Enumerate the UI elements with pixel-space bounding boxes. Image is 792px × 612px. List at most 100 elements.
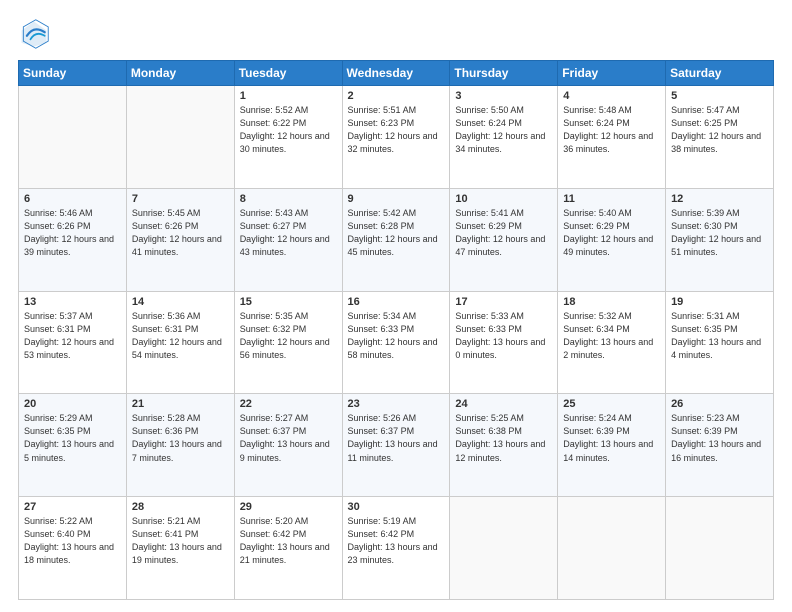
calendar-week-2: 6 Sunrise: 5:46 AM Sunset: 6:26 PM Dayli… bbox=[19, 188, 774, 291]
calendar-cell: 17 Sunrise: 5:33 AM Sunset: 6:33 PM Dayl… bbox=[450, 291, 558, 394]
day-number: 30 bbox=[348, 501, 445, 513]
sunset-text: Sunset: 6:31 PM bbox=[132, 324, 199, 334]
day-number: 15 bbox=[240, 296, 337, 308]
sunrise-text: Sunrise: 5:22 AM bbox=[24, 516, 93, 526]
calendar-cell: 22 Sunrise: 5:27 AM Sunset: 6:37 PM Dayl… bbox=[234, 394, 342, 497]
day-number: 25 bbox=[563, 398, 660, 410]
day-number: 10 bbox=[455, 193, 552, 205]
sunset-text: Sunset: 6:37 PM bbox=[348, 426, 415, 436]
sunset-text: Sunset: 6:24 PM bbox=[563, 118, 630, 128]
calendar-cell: 1 Sunrise: 5:52 AM Sunset: 6:22 PM Dayli… bbox=[234, 86, 342, 189]
daylight-text: Daylight: 13 hours and 7 minutes. bbox=[132, 439, 222, 462]
weekday-header-row: SundayMondayTuesdayWednesdayThursdayFrid… bbox=[19, 61, 774, 86]
sunrise-text: Sunrise: 5:25 AM bbox=[455, 413, 524, 423]
sunrise-text: Sunrise: 5:47 AM bbox=[671, 105, 740, 115]
day-info: Sunrise: 5:51 AM Sunset: 6:23 PM Dayligh… bbox=[348, 104, 445, 156]
calendar-cell: 28 Sunrise: 5:21 AM Sunset: 6:41 PM Dayl… bbox=[126, 497, 234, 600]
sunset-text: Sunset: 6:35 PM bbox=[24, 426, 91, 436]
day-number: 9 bbox=[348, 193, 445, 205]
daylight-text: Daylight: 13 hours and 2 minutes. bbox=[563, 337, 653, 360]
day-info: Sunrise: 5:48 AM Sunset: 6:24 PM Dayligh… bbox=[563, 104, 660, 156]
weekday-header-saturday: Saturday bbox=[666, 61, 774, 86]
sunset-text: Sunset: 6:36 PM bbox=[132, 426, 199, 436]
sunrise-text: Sunrise: 5:40 AM bbox=[563, 208, 632, 218]
daylight-text: Daylight: 13 hours and 23 minutes. bbox=[348, 542, 438, 565]
day-info: Sunrise: 5:43 AM Sunset: 6:27 PM Dayligh… bbox=[240, 207, 337, 259]
day-info: Sunrise: 5:23 AM Sunset: 6:39 PM Dayligh… bbox=[671, 412, 768, 464]
sunset-text: Sunset: 6:33 PM bbox=[348, 324, 415, 334]
calendar-cell: 23 Sunrise: 5:26 AM Sunset: 6:37 PM Dayl… bbox=[342, 394, 450, 497]
sunrise-text: Sunrise: 5:41 AM bbox=[455, 208, 524, 218]
sunset-text: Sunset: 6:28 PM bbox=[348, 221, 415, 231]
daylight-text: Daylight: 12 hours and 58 minutes. bbox=[348, 337, 438, 360]
daylight-text: Daylight: 12 hours and 51 minutes. bbox=[671, 234, 761, 257]
daylight-text: Daylight: 13 hours and 14 minutes. bbox=[563, 439, 653, 462]
sunrise-text: Sunrise: 5:34 AM bbox=[348, 311, 417, 321]
calendar-cell: 14 Sunrise: 5:36 AM Sunset: 6:31 PM Dayl… bbox=[126, 291, 234, 394]
day-number: 6 bbox=[24, 193, 121, 205]
header bbox=[18, 18, 774, 50]
sunrise-text: Sunrise: 5:29 AM bbox=[24, 413, 93, 423]
day-info: Sunrise: 5:39 AM Sunset: 6:30 PM Dayligh… bbox=[671, 207, 768, 259]
day-info: Sunrise: 5:26 AM Sunset: 6:37 PM Dayligh… bbox=[348, 412, 445, 464]
calendar-cell: 13 Sunrise: 5:37 AM Sunset: 6:31 PM Dayl… bbox=[19, 291, 127, 394]
daylight-text: Daylight: 13 hours and 11 minutes. bbox=[348, 439, 438, 462]
weekday-header-wednesday: Wednesday bbox=[342, 61, 450, 86]
day-number: 1 bbox=[240, 90, 337, 102]
sunset-text: Sunset: 6:26 PM bbox=[24, 221, 91, 231]
calendar-cell: 4 Sunrise: 5:48 AM Sunset: 6:24 PM Dayli… bbox=[558, 86, 666, 189]
sunset-text: Sunset: 6:31 PM bbox=[24, 324, 91, 334]
day-number: 20 bbox=[24, 398, 121, 410]
calendar-cell bbox=[666, 497, 774, 600]
calendar-cell bbox=[126, 86, 234, 189]
day-number: 29 bbox=[240, 501, 337, 513]
sunrise-text: Sunrise: 5:36 AM bbox=[132, 311, 201, 321]
calendar-cell: 24 Sunrise: 5:25 AM Sunset: 6:38 PM Dayl… bbox=[450, 394, 558, 497]
day-number: 21 bbox=[132, 398, 229, 410]
sunrise-text: Sunrise: 5:39 AM bbox=[671, 208, 740, 218]
weekday-header-tuesday: Tuesday bbox=[234, 61, 342, 86]
day-info: Sunrise: 5:24 AM Sunset: 6:39 PM Dayligh… bbox=[563, 412, 660, 464]
sunset-text: Sunset: 6:24 PM bbox=[455, 118, 522, 128]
sunrise-text: Sunrise: 5:32 AM bbox=[563, 311, 632, 321]
logo-icon bbox=[18, 18, 50, 50]
calendar-cell: 8 Sunrise: 5:43 AM Sunset: 6:27 PM Dayli… bbox=[234, 188, 342, 291]
day-info: Sunrise: 5:27 AM Sunset: 6:37 PM Dayligh… bbox=[240, 412, 337, 464]
day-number: 26 bbox=[671, 398, 768, 410]
day-info: Sunrise: 5:35 AM Sunset: 6:32 PM Dayligh… bbox=[240, 310, 337, 362]
day-number: 17 bbox=[455, 296, 552, 308]
day-info: Sunrise: 5:22 AM Sunset: 6:40 PM Dayligh… bbox=[24, 515, 121, 567]
day-number: 27 bbox=[24, 501, 121, 513]
sunset-text: Sunset: 6:23 PM bbox=[348, 118, 415, 128]
calendar-cell: 19 Sunrise: 5:31 AM Sunset: 6:35 PM Dayl… bbox=[666, 291, 774, 394]
weekday-header-thursday: Thursday bbox=[450, 61, 558, 86]
calendar-cell: 5 Sunrise: 5:47 AM Sunset: 6:25 PM Dayli… bbox=[666, 86, 774, 189]
day-info: Sunrise: 5:31 AM Sunset: 6:35 PM Dayligh… bbox=[671, 310, 768, 362]
sunset-text: Sunset: 6:22 PM bbox=[240, 118, 307, 128]
daylight-text: Daylight: 12 hours and 39 minutes. bbox=[24, 234, 114, 257]
calendar-cell: 29 Sunrise: 5:20 AM Sunset: 6:42 PM Dayl… bbox=[234, 497, 342, 600]
sunset-text: Sunset: 6:26 PM bbox=[132, 221, 199, 231]
sunrise-text: Sunrise: 5:26 AM bbox=[348, 413, 417, 423]
weekday-header-sunday: Sunday bbox=[19, 61, 127, 86]
sunrise-text: Sunrise: 5:33 AM bbox=[455, 311, 524, 321]
calendar-cell: 12 Sunrise: 5:39 AM Sunset: 6:30 PM Dayl… bbox=[666, 188, 774, 291]
calendar-cell: 26 Sunrise: 5:23 AM Sunset: 6:39 PM Dayl… bbox=[666, 394, 774, 497]
daylight-text: Daylight: 13 hours and 5 minutes. bbox=[24, 439, 114, 462]
calendar-cell: 25 Sunrise: 5:24 AM Sunset: 6:39 PM Dayl… bbox=[558, 394, 666, 497]
page: SundayMondayTuesdayWednesdayThursdayFrid… bbox=[0, 0, 792, 612]
sunset-text: Sunset: 6:35 PM bbox=[671, 324, 738, 334]
day-info: Sunrise: 5:28 AM Sunset: 6:36 PM Dayligh… bbox=[132, 412, 229, 464]
calendar-cell: 15 Sunrise: 5:35 AM Sunset: 6:32 PM Dayl… bbox=[234, 291, 342, 394]
daylight-text: Daylight: 12 hours and 54 minutes. bbox=[132, 337, 222, 360]
calendar-table: SundayMondayTuesdayWednesdayThursdayFrid… bbox=[18, 60, 774, 600]
sunrise-text: Sunrise: 5:31 AM bbox=[671, 311, 740, 321]
daylight-text: Daylight: 12 hours and 47 minutes. bbox=[455, 234, 545, 257]
calendar-cell: 9 Sunrise: 5:42 AM Sunset: 6:28 PM Dayli… bbox=[342, 188, 450, 291]
logo bbox=[18, 18, 54, 50]
weekday-header-monday: Monday bbox=[126, 61, 234, 86]
calendar-cell: 16 Sunrise: 5:34 AM Sunset: 6:33 PM Dayl… bbox=[342, 291, 450, 394]
sunset-text: Sunset: 6:40 PM bbox=[24, 529, 91, 539]
day-info: Sunrise: 5:50 AM Sunset: 6:24 PM Dayligh… bbox=[455, 104, 552, 156]
sunset-text: Sunset: 6:38 PM bbox=[455, 426, 522, 436]
